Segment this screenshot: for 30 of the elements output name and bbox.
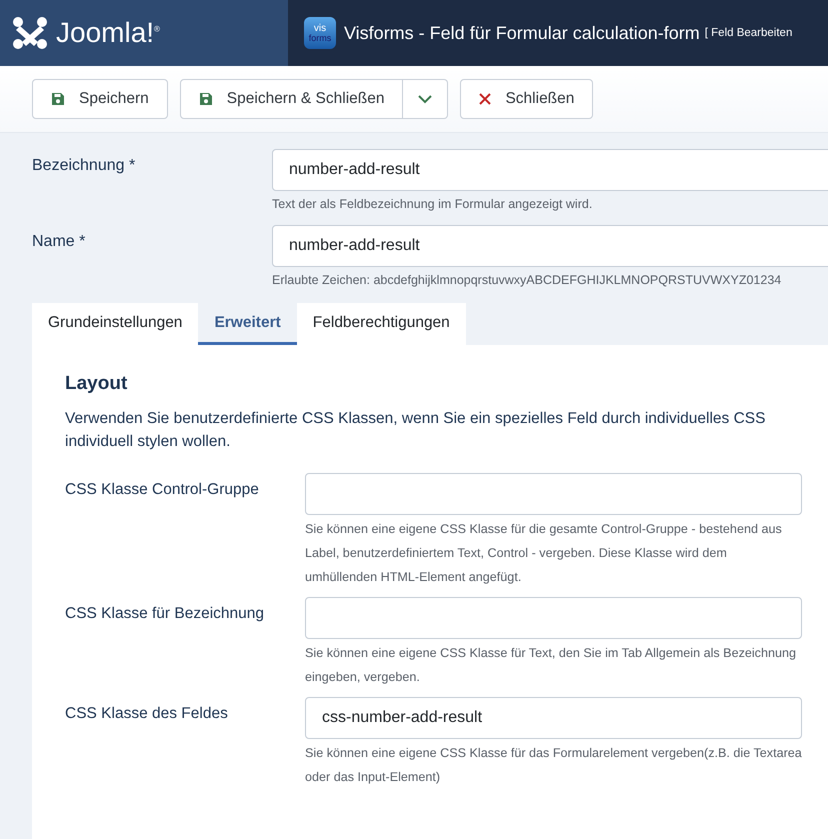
page-title: Visforms - Feld für Formular calculation-form bbox=[344, 22, 700, 44]
chevron-down-icon bbox=[417, 94, 434, 104]
section-heading: Layout bbox=[65, 373, 128, 395]
tab[interactable]: Feldberechtigungen bbox=[296, 303, 466, 345]
dropdown-toggle[interactable] bbox=[403, 79, 448, 119]
save-close-button[interactable]: Speichern & Schließen bbox=[180, 79, 404, 119]
field-label: Bezeichnung * bbox=[32, 156, 136, 176]
section-description: Verwenden Sie benutzerdefinierte CSS Klassen, wenn Sie ein spezielles Feld durch individuelles CSS individuell stylen wollen. bbox=[65, 409, 766, 452]
tab[interactable]: Grundeinstellungen bbox=[32, 303, 198, 345]
field-hint: Text der als Feldbezeichnung im Formular angezeigt wird. bbox=[272, 196, 594, 213]
input-field[interactable]: number-add-result bbox=[272, 149, 828, 191]
field-hint: Erlaubte Zeichen: abcdefghijklmnopqrstuvwxyABCDEFGHIJKLMNOPQRSTUVWXYZ01234 bbox=[272, 272, 782, 289]
brand-name: Joomla!$^{®}$ bbox=[56, 17, 160, 49]
close-button[interactable]: Schließen bbox=[460, 79, 594, 119]
field-label: CSS Klasse Control-Gruppe bbox=[65, 480, 260, 500]
field-hint: Sie können eine eigene CSS Klasse für die gesamte Control-Gruppe - bestehend aus Label, benutzerdefiniertem Text, Control - vergeben. Diese Klasse wird dem umhüllenden HTML-Element angefügt. bbox=[305, 521, 783, 586]
field-label: Name * bbox=[32, 232, 86, 252]
field-hint: Sie können eine eigene CSS Klasse für das Formularelement vergeben(z.B. die Textarea oder das Input-Element) bbox=[305, 745, 802, 786]
field-label: CSS Klasse des Feldes bbox=[65, 704, 229, 724]
page-subtitle: [ Feld Bearbeiten bbox=[704, 27, 792, 39]
input-field[interactable]: number-add-result bbox=[272, 225, 828, 267]
field-label: CSS Klasse für Bezeichnung bbox=[65, 604, 266, 624]
save-icon bbox=[51, 92, 65, 106]
save-icon bbox=[198, 92, 213, 106]
close-icon bbox=[479, 93, 492, 105]
input-field[interactable]: css-number-add-result bbox=[305, 697, 802, 739]
save-button[interactable]: Speichern bbox=[32, 79, 168, 119]
field-hint: Sie können eine eigene CSS Klasse für Text, den Sie im Tab Allgemein als Bezeichnung eingeben, vergeben. bbox=[305, 645, 797, 686]
app-logo: vis forms bbox=[304, 17, 336, 49]
joomla-logo-icon bbox=[12, 16, 48, 50]
